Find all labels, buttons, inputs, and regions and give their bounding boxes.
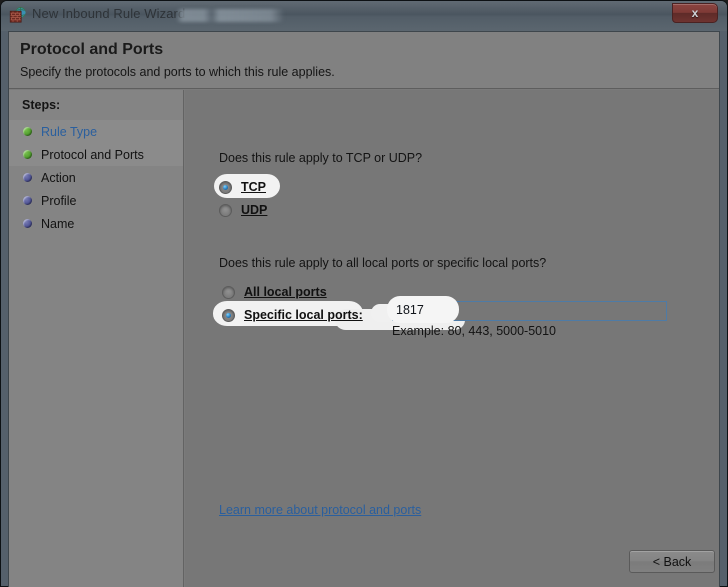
step-bullet-icon [23,173,32,182]
page-title: Protocol and Ports [20,41,164,58]
window-title: New Inbound Rule Wizard [32,6,186,21]
title-redacted-blur [176,9,284,22]
step-bullet-icon [23,219,32,228]
page-header: Protocol and Ports Specify the protocols… [9,32,719,89]
sidebar-item-rule-type[interactable]: Rule Type [9,120,183,143]
ports-question-label: Does this rule apply to all local ports … [219,256,547,270]
port-example-hint: Example: 80, 443, 5000-5010 [392,324,557,338]
radio-udp-text: UDP [241,203,268,217]
sidebar-item-label: Rule Type [41,124,98,139]
radio-unselected-icon [219,203,232,217]
radio-specific-local-ports-label: Specific local ports: [244,308,363,322]
title-bar[interactable]: New Inbound Rule Wizard x [1,1,727,31]
dialog-client-area: Protocol and Ports Specify the protocols… [8,31,720,587]
learn-more-link[interactable]: Learn more about protocol and ports [219,503,421,517]
firewall-wall-globe-icon [9,7,26,23]
radio-selected-icon [219,180,232,194]
close-icon: x [691,6,699,20]
wizard-window: New Inbound Rule Wizard x Protocol and P… [0,0,728,587]
sidebar-item-profile[interactable]: Profile [9,189,183,212]
radio-tcp-label: TCP [241,180,266,194]
back-button[interactable]: < Back [629,550,715,573]
radio-udp-label: UDP [241,203,267,217]
sidebar-item-name[interactable]: Name [9,212,183,235]
radio-tcp[interactable]: TCP [219,178,266,196]
step-bullet-icon [23,150,32,159]
radio-all-local-ports-text: All local ports [244,285,327,299]
sidebar-item-label: Protocol and Ports [41,147,144,162]
radio-specific-local-ports-text: Specific local ports: [244,308,363,322]
steps-list: Rule Type Protocol and Ports Action Prof… [9,120,183,235]
sidebar-item-action[interactable]: Action [9,166,183,189]
step-bullet-icon [23,196,32,205]
radio-all-local-ports-label: All local ports [244,285,327,299]
port-input-value: 1817 [396,303,424,317]
steps-label: Steps: [22,98,61,112]
protocol-question-label: Does this rule apply to TCP or UDP? [219,151,423,165]
radio-all-local-ports[interactable]: All local ports [222,283,327,301]
dialog-button-bar: < Back Next > Cancel [361,541,719,587]
sidebar-item-label: Profile [41,193,77,208]
radio-udp[interactable]: UDP [219,201,267,219]
radio-unselected-icon [222,285,235,299]
radio-selected-icon [222,308,235,322]
radio-specific-local-ports[interactable]: Specific local ports: [222,306,363,324]
steps-sidebar: Steps: Rule Type Protocol and Ports Acti… [9,90,184,587]
sidebar-item-label: Name [41,216,75,231]
sidebar-item-label: Action [41,170,76,185]
main-content: Does this rule apply to TCP or UDP? TCP … [185,90,719,587]
close-button[interactable]: x [672,3,718,23]
page-subtitle: Specify the protocols and ports to which… [20,65,335,79]
radio-tcp-text: TCP [241,180,266,194]
port-input[interactable] [392,301,667,321]
step-bullet-icon [23,127,32,136]
sidebar-item-protocol-and-ports[interactable]: Protocol and Ports [9,143,183,166]
